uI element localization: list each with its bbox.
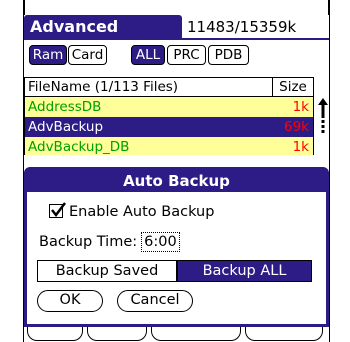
ok-button[interactable]: OK <box>37 290 103 312</box>
file-size: 1k <box>292 139 309 155</box>
backup-saved-option[interactable]: Backup Saved <box>37 260 177 282</box>
list-item[interactable]: AdvBackup_DB 1k <box>24 137 314 155</box>
app-title: Advanced Backup <box>24 15 182 60</box>
file-size: 1k <box>292 99 309 115</box>
backup-all-option[interactable]: Backup ALL <box>177 260 312 282</box>
tab-card[interactable]: Card <box>68 45 107 65</box>
backup-time-label: Backup Time: <box>39 234 138 250</box>
palm-screen: Advanced Backup 11483/15359k Ram Card AL… <box>24 15 329 342</box>
scroll-arrow-icon[interactable] <box>318 98 328 138</box>
file-name: AdvBackup <box>28 119 104 135</box>
list-header: FileName (1/113 Files) Size <box>24 77 314 97</box>
enable-auto-backup-row[interactable]: Enable Auto Backup <box>49 202 214 222</box>
checkbox-checked-icon[interactable] <box>49 202 66 218</box>
memory-readout: 11483/15359k <box>187 18 297 36</box>
file-name: AddressDB <box>28 99 102 115</box>
backup-time-row: Backup Time: 6:00 <box>39 232 180 252</box>
list-item[interactable]: AddressDB 1k <box>24 97 314 117</box>
file-name: AdvBackup_DB <box>28 139 130 155</box>
tab-all[interactable]: ALL <box>131 45 165 65</box>
enable-auto-backup-label: Enable Auto Backup <box>69 204 215 220</box>
auto-backup-dialog: Auto Backup Enable Auto Backup Backup Ti… <box>24 167 329 327</box>
hidden-button <box>245 327 323 341</box>
list-item-selected[interactable]: AdvBackup 69k <box>24 117 314 137</box>
dialog-title: Auto Backup <box>27 170 326 192</box>
hidden-button <box>27 327 83 341</box>
col-filename-header[interactable]: FileName (1/113 Files) <box>28 78 178 96</box>
backup-time-selector[interactable]: 6:00 <box>141 232 180 252</box>
file-size: 69k <box>284 119 309 135</box>
col-size-header[interactable]: Size <box>272 78 313 96</box>
tab-prc[interactable]: PRC <box>167 45 206 65</box>
underlying-buttons <box>24 327 329 342</box>
tab-ram[interactable]: Ram <box>29 45 67 65</box>
hidden-button <box>87 327 147 341</box>
hidden-button <box>151 327 241 341</box>
tab-pdb[interactable]: PDB <box>208 45 249 65</box>
cancel-button[interactable]: Cancel <box>117 290 193 312</box>
